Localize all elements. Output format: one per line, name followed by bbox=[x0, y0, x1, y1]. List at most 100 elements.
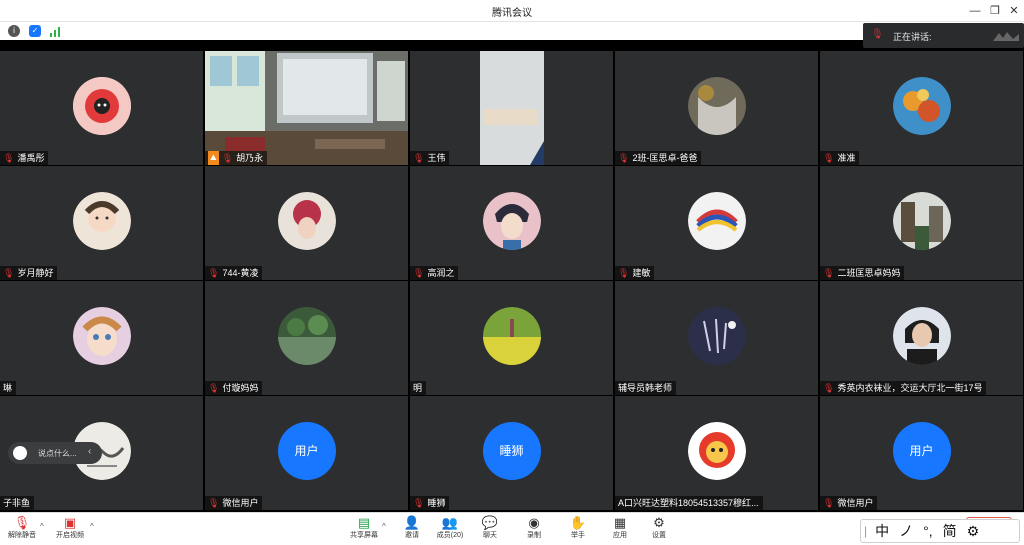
ime-item[interactable]: ⚙ bbox=[962, 523, 985, 540]
ime-item[interactable]: 简 bbox=[938, 521, 962, 541]
settings-button[interactable]: ⚙ 设置 bbox=[641, 515, 677, 545]
shield-icon[interactable]: ✓ bbox=[29, 25, 41, 37]
participant-tile[interactable]: 用户 🎙 微信用户 bbox=[205, 396, 408, 510]
unmute-button[interactable]: 🎙 解除静音 bbox=[4, 515, 40, 545]
participant-tile[interactable]: 🎙 付璇妈妈 bbox=[205, 281, 408, 395]
members-button[interactable]: 👥 成员(20) bbox=[432, 515, 468, 545]
ime-toolbar[interactable]: | 中 ノ °, 简 ⚙ bbox=[860, 519, 1020, 543]
muted-mic-icon: 🎙 bbox=[823, 268, 835, 278]
minimize-icon[interactable]: — bbox=[966, 2, 984, 20]
muted-mic-icon: 🎙 bbox=[823, 153, 835, 163]
invite-button[interactable]: 👤 邀请 bbox=[394, 515, 430, 545]
host-icon: ⛰ bbox=[208, 151, 219, 165]
record-button[interactable]: ◉ 录制 bbox=[516, 515, 552, 545]
window-titlebar: 腾讯会议 — ❐ ✕ bbox=[0, 0, 1024, 22]
participant-tile[interactable]: 🎙 二班匡思卓妈妈 bbox=[820, 166, 1023, 280]
chevron-left-icon[interactable]: ‹ bbox=[88, 446, 91, 457]
mic-muted-icon: 🎙 bbox=[13, 515, 31, 530]
woman-photo-avatar bbox=[892, 306, 951, 365]
participant-tile[interactable]: 琳 bbox=[0, 281, 203, 395]
chevron-up-icon[interactable]: ^ bbox=[90, 522, 94, 531]
ime-item[interactable]: 中 bbox=[870, 521, 894, 541]
muted-mic-icon: 🎙 bbox=[413, 268, 425, 278]
ime-item[interactable]: °, bbox=[918, 523, 938, 539]
participant-tile[interactable]: 🎙 建敏 bbox=[615, 166, 818, 280]
participant-nameplate: 🎙 微信用户 bbox=[205, 496, 263, 510]
muted-mic-icon: 🎙 bbox=[208, 383, 220, 393]
ime-item[interactable]: ノ bbox=[894, 521, 918, 541]
participant-tile[interactable]: A口兴旺达塑料18054513357穆红... bbox=[615, 396, 818, 510]
participant-nameplate: 子非鱼 bbox=[0, 496, 35, 510]
flower-avatar bbox=[72, 76, 131, 135]
participant-nameplate: 🎙 潘禹彤 bbox=[0, 151, 49, 165]
participant-tile[interactable]: ⛰ 🎙 胡乃永 bbox=[205, 51, 408, 165]
waterfall-avatar bbox=[687, 76, 746, 135]
participant-nameplate: 🎙 2班-匡思卓-爸爸 bbox=[615, 151, 702, 165]
participant-tile[interactable]: 🎙 准准 bbox=[820, 51, 1023, 165]
participant-nameplate: 🎙 高润之 bbox=[410, 266, 459, 280]
close-icon[interactable]: ✕ bbox=[1005, 2, 1023, 20]
video-stage: 🎙 潘禹彤 ⛰ 🎙 胡乃永 🎙 王伟 🎙 2班-匡思卓-爸爸 🎙 准准 🎙 岁月… bbox=[0, 40, 1024, 512]
participant-name: 王伟 bbox=[427, 153, 446, 163]
chevron-up-icon[interactable]: ^ bbox=[382, 522, 386, 531]
text-avatar: 用户 bbox=[892, 421, 951, 480]
participant-name: 二班匡思卓妈妈 bbox=[837, 268, 901, 278]
calligraphy-avatar bbox=[687, 306, 746, 365]
chat-float-input[interactable]: 说点什么... ‹ bbox=[8, 442, 102, 464]
classroom-video bbox=[205, 51, 408, 165]
chat-button[interactable]: 💬 聊天 bbox=[472, 515, 508, 545]
muted-mic-icon: 🎙 bbox=[618, 153, 630, 163]
participant-name: 付璇妈妈 bbox=[222, 383, 259, 393]
chat-icon: 💬 bbox=[481, 515, 499, 530]
participant-nameplate: 🎙 建敏 bbox=[615, 266, 655, 280]
muted-mic-icon: 🎙 bbox=[3, 153, 15, 163]
document-video bbox=[410, 51, 613, 165]
apps-button[interactable]: ▦ 应用 bbox=[602, 515, 638, 545]
participant-tile[interactable]: 🎙 潘禹彤 bbox=[0, 51, 203, 165]
share-screen-icon: ▤ bbox=[357, 515, 371, 530]
raise-hand-button[interactable]: ✋ 举手 bbox=[560, 515, 596, 545]
participant-tile[interactable]: 用户 🎙 微信用户 bbox=[820, 396, 1023, 510]
signal-icon[interactable] bbox=[49, 25, 61, 37]
cartoon-girl-avatar bbox=[72, 191, 131, 250]
street-avatar bbox=[892, 191, 951, 250]
participant-nameplate: 🎙 岁月静好 bbox=[0, 266, 58, 280]
info-icon[interactable]: i bbox=[8, 25, 20, 37]
participant-tile[interactable]: 睡狮 🎙 睡狮 bbox=[410, 396, 613, 510]
muted-mic-icon: 🎙 bbox=[221, 153, 234, 163]
participant-tile[interactable]: 🎙 高润之 bbox=[410, 166, 613, 280]
restore-icon[interactable]: ❐ bbox=[986, 2, 1004, 20]
speaking-indicator: 🎙 正在讲话: bbox=[863, 23, 1024, 48]
muted-mic-icon: 🎙 bbox=[208, 498, 220, 508]
muted-mic-icon: 🎙 bbox=[823, 498, 835, 508]
participant-name: 睡狮 bbox=[427, 498, 446, 508]
ime-handle-icon[interactable]: | bbox=[861, 524, 870, 538]
participant-tile[interactable]: 🎙 秀英内衣袜业，交运大厅北一街17号 bbox=[820, 281, 1023, 395]
participant-name: 744-黄凌 bbox=[222, 268, 259, 278]
participant-tile[interactable]: 🎙 2班-匡思卓-爸爸 bbox=[615, 51, 818, 165]
participant-name: 辅导员韩老师 bbox=[618, 383, 673, 393]
share-screen-button[interactable]: ▤ 共享屏幕 bbox=[346, 515, 382, 545]
participant-tile[interactable]: 🎙 岁月静好 bbox=[0, 166, 203, 280]
chat-placeholder: 说点什么... bbox=[38, 449, 77, 458]
participant-tile[interactable]: 辅导员韩老师 bbox=[615, 281, 818, 395]
muted-mic-icon: 🎙 bbox=[413, 153, 425, 163]
text-avatar: 睡狮 bbox=[482, 421, 541, 480]
gear-icon: ⚙ bbox=[653, 515, 665, 530]
participant-tile[interactable]: 🎙 王伟 bbox=[410, 51, 613, 165]
text-avatar: 用户 bbox=[277, 421, 336, 480]
start-video-button[interactable]: ▣ 开启视频 bbox=[52, 515, 88, 545]
window-title: 腾讯会议 bbox=[492, 8, 532, 19]
chevron-up-icon[interactable]: ^ bbox=[40, 522, 44, 531]
butterfly-lady-avatar bbox=[277, 191, 336, 250]
participant-tile[interactable]: 明 bbox=[410, 281, 613, 395]
tencent-meeting-logo bbox=[993, 32, 1019, 41]
participant-tile[interactable]: 🎙 744-黄凌 bbox=[205, 166, 408, 280]
anime-boy-avatar bbox=[482, 191, 541, 250]
participant-name: A口兴旺达塑料18054513357穆红... bbox=[618, 498, 759, 508]
speaking-label: 正在讲话: bbox=[893, 32, 932, 42]
participant-grid: 🎙 潘禹彤 ⛰ 🎙 胡乃永 🎙 王伟 🎙 2班-匡思卓-爸爸 🎙 准准 🎙 岁月… bbox=[0, 51, 1024, 511]
emoji-icon[interactable] bbox=[13, 446, 27, 460]
participant-nameplate: 🎙 744-黄凌 bbox=[205, 266, 263, 280]
participant-name: 高润之 bbox=[427, 268, 455, 278]
